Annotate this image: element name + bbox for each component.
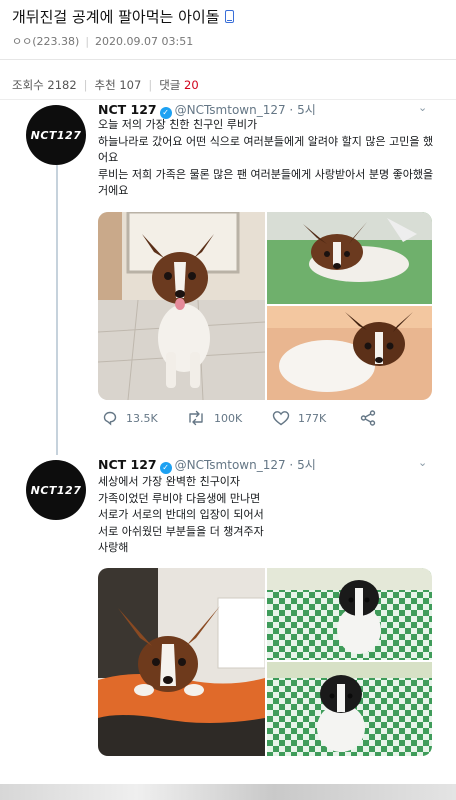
comment-count: 20 [184, 78, 199, 92]
chevron-down-icon[interactable]: ⌄ [418, 101, 427, 114]
header-divider [0, 59, 456, 60]
reply-button[interactable]: 13.5K [102, 410, 158, 426]
tweet-text: 오늘 저의 가장 친한 친구인 루비가 하늘나라로 갔어요 어떤 식으로 여러분… [98, 118, 434, 197]
retweet-icon [189, 410, 203, 426]
mobile-icon [224, 10, 234, 23]
tweet-photo-dog-standing[interactable] [98, 212, 265, 400]
post-header: 개뒤진걸 공계에 팔아먹는 아이돌 ㅇㅇ(223.38) | 2020.09.07 … [0, 0, 456, 60]
share-button[interactable] [360, 410, 376, 426]
retweet-count: 100K [214, 411, 243, 425]
avatar[interactable]: NCT127 [26, 460, 86, 520]
tweet-author-name[interactable]: NCT 127 [98, 102, 157, 117]
retweet-button[interactable]: 100K [186, 410, 242, 426]
stats-divider: | [83, 78, 88, 92]
comment-link[interactable]: 댓글 20 [159, 78, 198, 92]
reply-count: 13.5K [126, 411, 158, 425]
recommend-count: 추천 107 [94, 78, 142, 92]
verified-icon: ✓ [159, 462, 172, 474]
post-title: 개뒤진걸 공계에 팔아먹는 아이돌 [12, 6, 234, 27]
post-date: 2020.09.07 03:51 [95, 35, 194, 48]
tweet-author-name[interactable]: NCT 127 [98, 457, 157, 472]
tweet-header: NCT 127 ✓ @NCTsmtown_127 · 5시 [98, 456, 316, 474]
avatar-logo-text: NCT127 [30, 128, 82, 142]
thread-connector [56, 165, 58, 455]
post-stats: 조회수 2182 | 추천 107 | 댓글 20 [12, 77, 199, 93]
stats-divider-line [0, 99, 456, 100]
tweet-handle[interactable]: @NCTsmtown_127 · 5시 [175, 458, 316, 472]
comment-label: 댓글 [159, 78, 181, 92]
post-meta: ㅇㅇ(223.38) | 2020.09.07 03:51 [12, 33, 193, 49]
next-image-preview [0, 784, 456, 800]
view-count: 조회수 2182 [12, 78, 77, 92]
like-button[interactable]: 177K [272, 410, 326, 426]
share-icon [360, 410, 376, 426]
chevron-down-icon[interactable]: ⌄ [418, 456, 427, 469]
tweet-actions: 13.5K 100K 177K [98, 410, 438, 436]
meta-divider: | [85, 35, 90, 48]
tweet-text: 세상에서 가장 완벽한 친구이자 가족이었던 루비야 다음생에 만나면 서로가 … [98, 475, 264, 554]
avatar-logo-text: NCT127 [30, 483, 82, 497]
heart-icon [272, 411, 290, 426]
stats-divider: | [148, 78, 153, 92]
reply-icon [103, 411, 117, 426]
tweet-photo-puppy-sitting[interactable] [267, 662, 432, 756]
post-author[interactable]: ㅇㅇ(223.38) [12, 35, 79, 48]
tweet-photo-dog-blanket[interactable] [267, 306, 432, 400]
tweet-handle[interactable]: @NCTsmtown_127 · 5시 [175, 103, 316, 117]
avatar[interactable]: NCT127 [26, 105, 86, 165]
tweet-photo-dog-lying[interactable] [267, 212, 432, 304]
tweet-photo-puppy-checkered[interactable] [267, 568, 432, 660]
post-title-text: 개뒤진걸 공계에 팔아먹는 아이돌 [12, 8, 220, 26]
like-count: 177K [298, 411, 327, 425]
tweet-photo-dog-cushion[interactable] [98, 568, 265, 756]
